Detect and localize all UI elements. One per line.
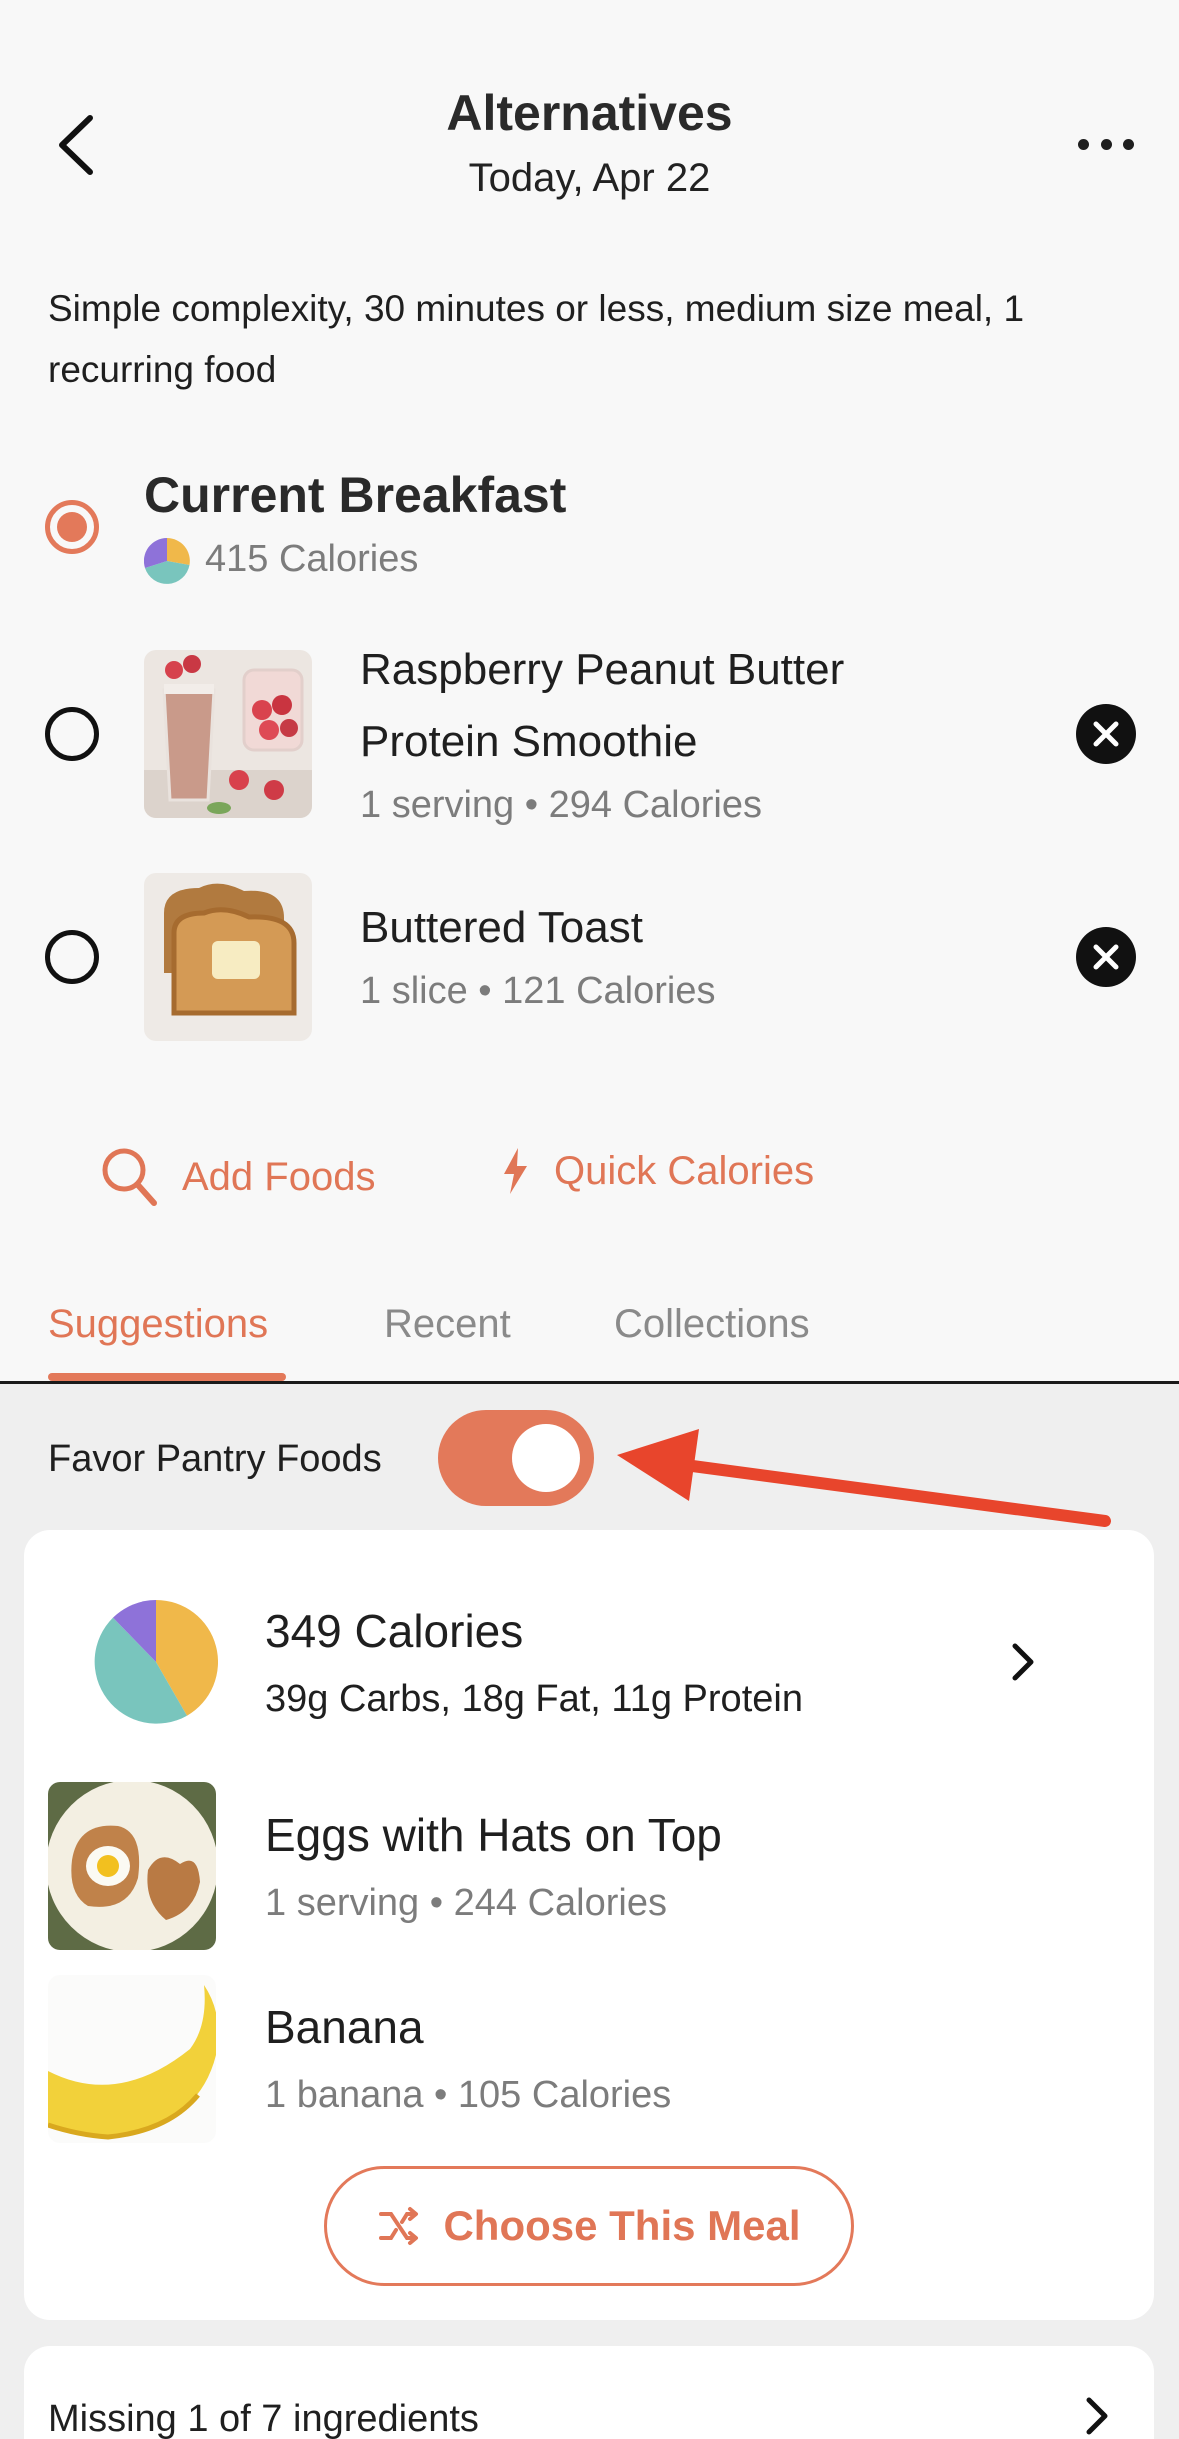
favor-pantry-label: Favor Pantry Foods [48,1438,382,1480]
active-tab-indicator [48,1373,286,1381]
radio-dot [57,512,87,542]
add-foods-label: Add Foods [182,1154,376,1199]
macro-pie-chart [94,1600,218,1724]
toggle-knob [512,1424,580,1492]
current-meal-title: Current Breakfast [144,467,567,523]
current-breakfast-radio[interactable] [45,500,99,554]
more-icon-dot [1078,138,1089,150]
quick-calories-button[interactable]: Quick Calories [500,1146,814,1196]
choose-meal-button[interactable]: Choose This Meal [324,2166,854,2286]
more-icon-dot [1123,138,1134,150]
lightning-icon [504,1148,527,1194]
meal-criteria-description: Simple complexity, 30 minutes or less, m… [48,288,1025,390]
favor-pantry-toggle[interactable] [438,1410,594,1506]
missing-ingredients-text: Missing 1 of 7 ingredients [48,2398,479,2439]
suggestion-item-name: Banana [265,2001,424,2053]
suggestion-calories: 349 Calories [265,1605,524,1657]
remove-food-button[interactable] [1076,704,1136,764]
annotation-arrow [617,1429,1111,1527]
quick-calories-label: Quick Calories [554,1148,815,1193]
missing-ingredients-chevron[interactable] [1082,2396,1112,2439]
food-radio-smoothie[interactable] [45,707,99,761]
close-icon [1093,944,1119,970]
suggestion-item-meta: 1 serving • 244 Calories [265,1882,667,1924]
more-icon-dot [1100,138,1112,150]
more-button[interactable] [1078,130,1134,158]
smoothie-photo [144,650,312,818]
tab-collections[interactable]: Collections [614,1302,810,1347]
eggs-toast-photo [48,1782,216,1950]
remove-food-button[interactable] [1076,927,1136,987]
food-radio-toast[interactable] [45,930,99,984]
tab-recent[interactable]: Recent [384,1302,511,1347]
current-meal-calories: 415 Calories [205,538,419,580]
suggestion-details-button[interactable] [1008,1642,1038,1687]
choose-meal-label: Choose This Meal [443,2202,801,2249]
suggestion-item-meta: 1 banana • 105 Calories [265,2074,672,2116]
page-date: Today, Apr 22 [468,156,711,200]
suggestion-item-name: Eggs with Hats on Top [265,1809,722,1861]
tab-suggestions[interactable]: Suggestions [48,1302,268,1347]
food-name: Raspberry Peanut Butter [360,645,845,694]
close-icon [1093,721,1119,747]
chevron-right-icon [1086,2397,1108,2435]
suggestion-macros: 39g Carbs, 18g Fat, 11g Protein [265,1678,803,1720]
toast-photo [144,873,312,1041]
chevron-right-icon [1012,1643,1034,1681]
banana-photo [48,1975,216,2143]
search-icon [102,1148,157,1206]
add-foods-button[interactable]: Add Foods [100,1146,375,1208]
food-name: Buttered Toast [360,903,643,952]
page-title: Alternatives [446,85,733,141]
shuffle-icon [379,2207,419,2245]
macro-pie-icon [144,538,190,584]
food-name: Protein Smoothie [360,717,698,766]
food-meta: 1 serving • 294 Calories [360,784,762,826]
food-meta: 1 slice • 121 Calories [360,970,716,1012]
